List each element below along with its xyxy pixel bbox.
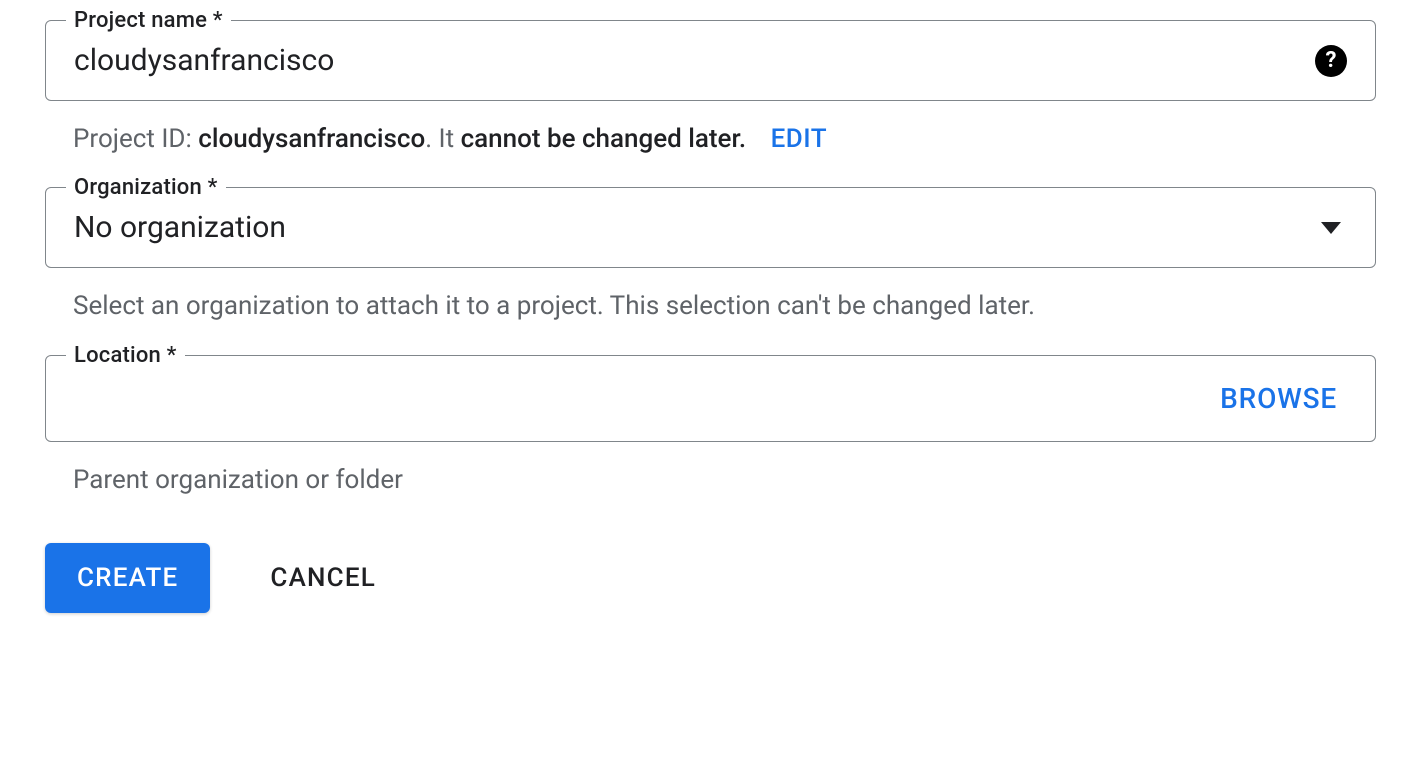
location-label: Location * (66, 343, 185, 368)
organization-field-wrapper: Organization * No organization (45, 187, 1376, 268)
location-group: Location * BROWSE Parent organization or… (45, 355, 1376, 498)
project-id-value: cloudysanfrancisco (198, 124, 425, 154)
project-name-group: Project name * ? Project ID: cloudysanfr… (45, 20, 1376, 157)
project-name-label: Project name * (66, 8, 231, 33)
new-project-form: Project name * ? Project ID: cloudysanfr… (45, 20, 1376, 613)
organization-group: Organization * No organization Select an… (45, 187, 1376, 324)
project-id-middle: . It (425, 124, 460, 154)
create-button[interactable]: CREATE (45, 543, 210, 613)
help-icon[interactable]: ? (1315, 45, 1347, 77)
project-name-field-wrapper: Project name * ? (45, 20, 1376, 101)
edit-project-id-link[interactable]: EDIT (771, 124, 828, 154)
location-input-row: BROWSE (46, 356, 1375, 441)
cancel-button[interactable]: CANCEL (260, 543, 386, 613)
project-id-warning: cannot be changed later. (461, 124, 747, 154)
project-name-input-row: ? (46, 21, 1375, 100)
project-name-input[interactable] (74, 43, 1315, 78)
action-buttons: CREATE CANCEL (45, 543, 1376, 613)
organization-helper: Select an organization to attach it to a… (45, 288, 1376, 324)
project-id-prefix: Project ID: (73, 124, 198, 154)
location-field-wrapper: Location * BROWSE (45, 355, 1376, 442)
organization-select[interactable]: No organization (74, 210, 1321, 245)
chevron-down-icon (1321, 222, 1341, 234)
organization-label: Organization * (66, 175, 226, 200)
location-helper: Parent organization or folder (45, 462, 1376, 498)
browse-button[interactable]: BROWSE (1220, 382, 1337, 415)
project-id-helper: Project ID: cloudysanfrancisco. It canno… (45, 121, 1376, 157)
organization-select-row[interactable]: No organization (46, 188, 1375, 267)
